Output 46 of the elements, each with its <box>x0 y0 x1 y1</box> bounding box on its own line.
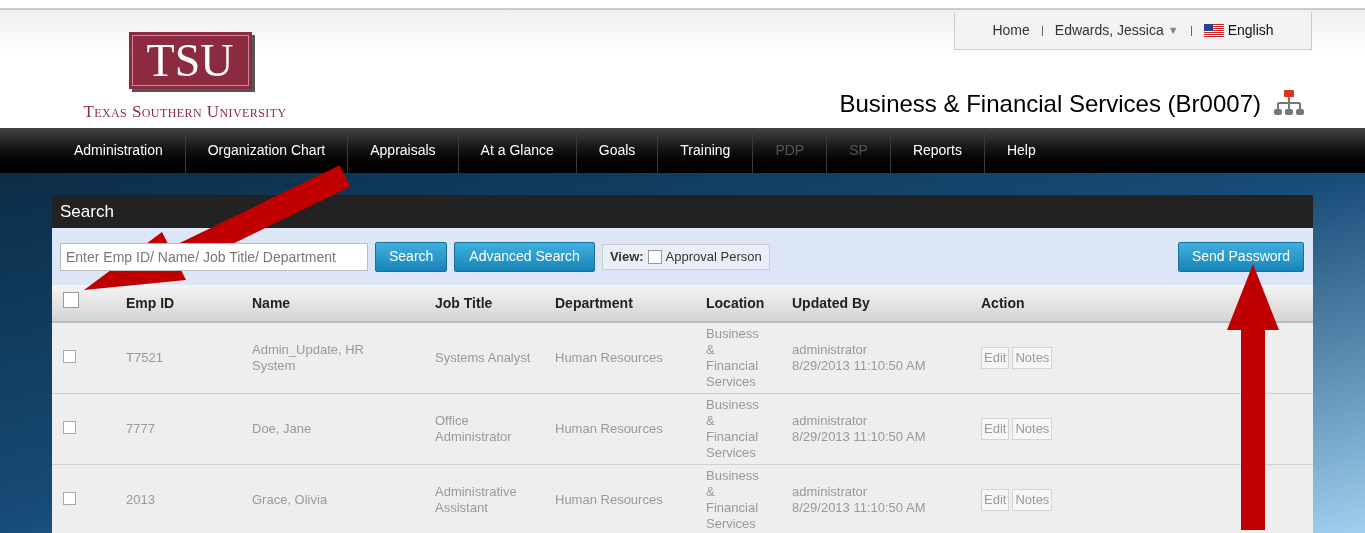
table-cell: 7777 <box>126 421 155 437</box>
row-checkbox[interactable] <box>63 420 76 434</box>
select-all-checkbox[interactable] <box>63 292 79 308</box>
panel-title: Search <box>60 200 114 223</box>
table-cell-text: Business & Financial Services <box>706 468 760 532</box>
caret-icon: ▼ <box>1167 22 1179 39</box>
table-cell-text: Business & Financial Services <box>706 397 760 461</box>
table-cell-text: 8/29/2013 11:10:50 AM <box>792 358 927 374</box>
user-menu-link[interactable]: Edwards, Jessica <box>1054 20 1164 41</box>
language-link[interactable]: English <box>1227 20 1274 41</box>
university-name: Texas Southern University <box>83 101 287 123</box>
row-checkbox[interactable] <box>63 491 76 505</box>
table-cell-text: Business & Financial Services <box>706 326 760 390</box>
table-cell-text: administrator <box>792 484 869 500</box>
table-cell-text: Systems Analyst <box>435 350 532 366</box>
row-checkbox[interactable] <box>63 349 76 363</box>
flag-icon <box>1203 24 1224 37</box>
table-cell: Human Resources <box>555 350 663 366</box>
table-cell-text: administrator <box>792 413 869 429</box>
column-header: Updated By <box>792 293 870 313</box>
nav-item[interactable]: Administration <box>52 128 185 173</box>
approval-person-label: Approval Person <box>665 247 762 266</box>
table-cell-text: Grace, Olivia <box>252 492 329 508</box>
view-label: View: <box>609 247 644 266</box>
column-header: Action <box>981 293 1025 313</box>
table-cell-text: 8/29/2013 11:10:50 AM <box>792 429 927 445</box>
table-cell: Human Resources <box>555 421 663 437</box>
table-cell-text: Admin_Update, HR System <box>252 342 365 374</box>
table-cell-text: administrator <box>792 342 869 358</box>
page-title: Business & Financial Services (Br0007) <box>839 89 1261 119</box>
table-cell-text: Administrative Assistant <box>435 484 518 516</box>
column-header: Location <box>706 293 765 313</box>
logo-mark: TSU <box>128 32 252 89</box>
search-field[interactable]: Enter Emp ID/ Name/ Job Title/ Department <box>60 242 368 271</box>
column-header: Emp ID <box>126 293 175 313</box>
table-cell-text: 8/29/2013 11:10:50 AM <box>792 500 927 516</box>
column-header: Job Title <box>435 293 493 313</box>
home-link[interactable]: Home <box>992 20 1030 41</box>
column-header: Department <box>555 293 633 313</box>
table-cell-text: Doe, Jane <box>252 421 313 437</box>
table-cell: 2013 <box>126 492 155 508</box>
table-cell-text: Office Administrator <box>435 413 513 445</box>
table-cell: Human Resources <box>555 492 663 508</box>
approval-person-checkbox[interactable] <box>647 249 662 264</box>
column-header: Name <box>252 293 291 313</box>
table-cell: T7521 <box>126 350 163 366</box>
